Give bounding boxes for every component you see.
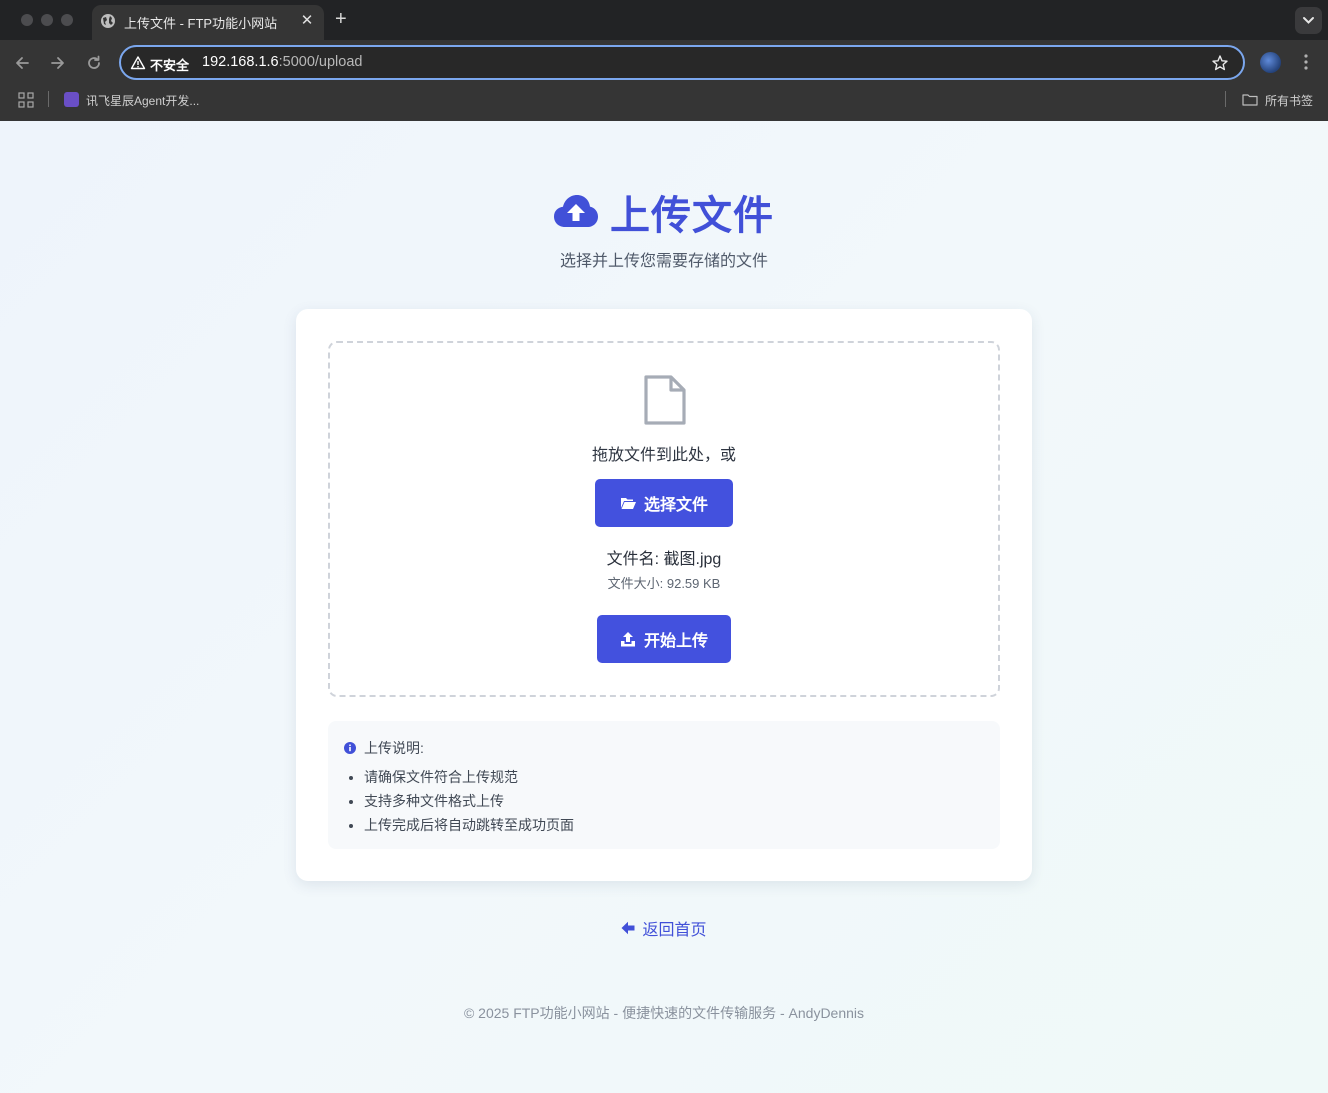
bookmark-separator <box>1225 91 1226 107</box>
tab-bar: 上传文件 - FTP功能小网站 ✕ + <box>0 0 1328 40</box>
back-arrow-icon[interactable] <box>12 53 32 73</box>
info-icon <box>344 742 356 754</box>
start-upload-button[interactable]: 开始上传 <box>597 615 731 663</box>
upload-card: 拖放文件到此处，或 选择文件 文件名: 截图.jpg 文件大小: 92.59 K… <box>296 309 1032 881</box>
drop-instructions: 拖放文件到此处，或 <box>591 447 736 464</box>
page-title-text: 上传文件 <box>610 194 774 238</box>
upload-notes: 上传说明: 请确保文件符合上传规范 支持多种文件格式上传 上传完成后将自动跳转至… <box>328 721 1000 849</box>
list-item: 上传完成后将自动跳转至成功页面 <box>364 813 574 837</box>
selected-file-name: 文件名: 截图.jpg <box>606 551 722 568</box>
reload-icon[interactable] <box>84 53 104 73</box>
bookmark-favicon <box>64 92 79 107</box>
file-icon <box>644 375 686 425</box>
url-path: :5000/upload <box>278 54 363 70</box>
more-menu-icon[interactable] <box>1297 52 1315 72</box>
page-content: 上传文件 选择并上传您需要存储的文件 拖放文件到此处，或 选择文件 文件名: 截… <box>0 121 1328 1093</box>
browser-chrome: 上传文件 - FTP功能小网站 ✕ + 不安全 192.168.1.6:5000… <box>0 0 1328 121</box>
all-bookmarks-button[interactable]: 所有书签 <box>1265 92 1313 109</box>
bookmark-separator <box>48 91 49 107</box>
selected-file-size: 文件大小: 92.59 KB <box>607 576 721 591</box>
start-upload-label: 开始上传 <box>643 633 708 650</box>
new-tab-button[interactable]: + <box>335 8 347 30</box>
close-tab-button[interactable]: ✕ <box>299 12 315 30</box>
active-tab[interactable]: 上传文件 - FTP功能小网站 ✕ <box>92 5 324 40</box>
profile-avatar[interactable] <box>1260 52 1281 73</box>
zoom-window-button[interactable] <box>61 14 73 26</box>
bookmark-item[interactable]: 讯飞星辰Agent开发... <box>86 92 199 109</box>
tab-search-button[interactable] <box>1295 7 1322 34</box>
choose-file-button[interactable]: 选择文件 <box>595 479 733 527</box>
folder-icon[interactable] <box>1242 93 1258 106</box>
back-home-label: 返回首页 <box>642 922 707 939</box>
apps-grid-icon[interactable] <box>18 92 34 108</box>
page-title: 上传文件 <box>554 183 774 241</box>
upload-notes-heading: 上传说明: <box>344 738 424 758</box>
drop-zone[interactable]: 拖放文件到此处，或 选择文件 文件名: 截图.jpg 文件大小: 92.59 K… <box>328 341 1000 697</box>
address-bar[interactable]: 不安全 192.168.1.6:5000/upload <box>119 45 1245 80</box>
security-label[interactable]: 不安全 <box>150 55 189 74</box>
globe-icon <box>101 14 115 28</box>
forward-arrow-icon[interactable] <box>48 53 68 73</box>
upload-notes-list: 请确保文件符合上传规范 支持多种文件格式上传 上传完成后将自动跳转至成功页面 <box>364 765 574 837</box>
upload-icon <box>620 632 635 647</box>
folder-open-icon <box>620 498 636 509</box>
list-item: 支持多种文件格式上传 <box>364 789 574 813</box>
hero-header: 上传文件 <box>0 183 1328 241</box>
chevron-down-icon <box>1303 17 1314 24</box>
page-subtitle: 选择并上传您需要存储的文件 <box>559 253 768 270</box>
minimize-window-button[interactable] <box>41 14 53 26</box>
url-text[interactable]: 192.168.1.6:5000/upload <box>202 54 362 70</box>
arrow-left-icon <box>621 921 635 935</box>
page-footer: © 2025 FTP功能小网站 - 便捷快速的文件传输服务 - AndyDenn… <box>463 1005 865 1021</box>
bookmark-star-icon[interactable] <box>1211 54 1229 72</box>
upload-notes-title: 上传说明: <box>364 740 424 756</box>
close-window-button[interactable] <box>21 14 33 26</box>
back-home-link[interactable]: 返回首页 <box>0 916 1328 940</box>
cloud-upload-icon <box>554 195 598 227</box>
choose-file-label: 选择文件 <box>643 497 708 514</box>
tab-title: 上传文件 - FTP功能小网站 <box>124 16 278 31</box>
warning-icon[interactable] <box>130 55 146 71</box>
url-host: 192.168.1.6 <box>202 54 279 70</box>
list-item: 请确保文件符合上传规范 <box>364 765 574 789</box>
